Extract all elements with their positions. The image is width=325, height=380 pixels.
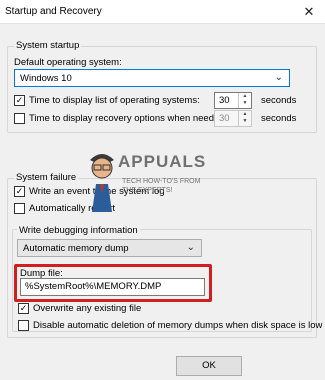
dump-type-select[interactable]: Automatic memory dump ⌄ [17,239,202,257]
overwrite-checkbox[interactable]: ✓ [18,303,29,314]
disable-auto-delete-checkbox[interactable] [18,320,29,331]
time-list-label: Time to display list of operating system… [29,95,200,106]
time-list-spinner[interactable]: 30 ▲ ▼ [214,92,252,109]
default-os-value: Windows 10 [20,73,72,84]
dump-type-value: Automatic memory dump [23,243,129,254]
default-os-select[interactable]: Windows 10 ⌄ [14,69,290,87]
system-startup-label: System startup [14,40,82,51]
title-bar: Startup and Recovery ✕ [0,0,325,24]
time-recovery-value: 30 [219,113,230,124]
overwrite-label: Overwrite any existing file [33,303,142,314]
watermark-line3: THE EXPERTS! [122,187,173,194]
close-icon[interactable]: ✕ [299,3,319,21]
default-os-label: Default operating system: [14,57,122,68]
appuals-watermark: APPUALS TECH HOW-TO'S FROM THE EXPERTS! [84,150,259,215]
time-recovery-label: Time to display recovery options when ne… [29,113,228,124]
appuals-mascot-icon [90,154,114,212]
window-title: Startup and Recovery [5,6,102,17]
disable-auto-delete-label: Disable automatic deletion of memory dum… [33,320,323,331]
time-recovery-checkbox[interactable] [14,113,25,124]
dump-file-highlight [14,264,212,302]
time-list-unit: seconds [261,95,297,106]
system-failure-label: System failure [14,172,79,183]
spinner-arrows-icon[interactable]: ▲ ▼ [238,111,251,126]
ok-button[interactable]: OK [176,356,242,376]
time-recovery-unit: seconds [261,113,297,124]
watermark-brand: APPUALS [118,152,207,171]
watermark-tagline: TECH HOW-TO'S FROM THE EXPERTS! [122,177,200,195]
spinner-arrows-icon[interactable]: ▲ ▼ [238,93,251,108]
chevron-down-icon: ⌄ [186,242,195,253]
write-event-checkbox[interactable]: ✓ [14,186,25,197]
debug-info-label: Write debugging information [17,225,140,236]
chevron-down-icon: ⌄ [274,72,283,83]
watermark-line2: TECH HOW-TO'S FROM [122,178,201,185]
time-recovery-spinner[interactable]: 30 ▲ ▼ [214,110,252,127]
auto-restart-checkbox[interactable] [14,203,25,214]
time-list-checkbox[interactable]: ✓ [14,95,25,106]
time-list-value: 30 [219,95,230,106]
